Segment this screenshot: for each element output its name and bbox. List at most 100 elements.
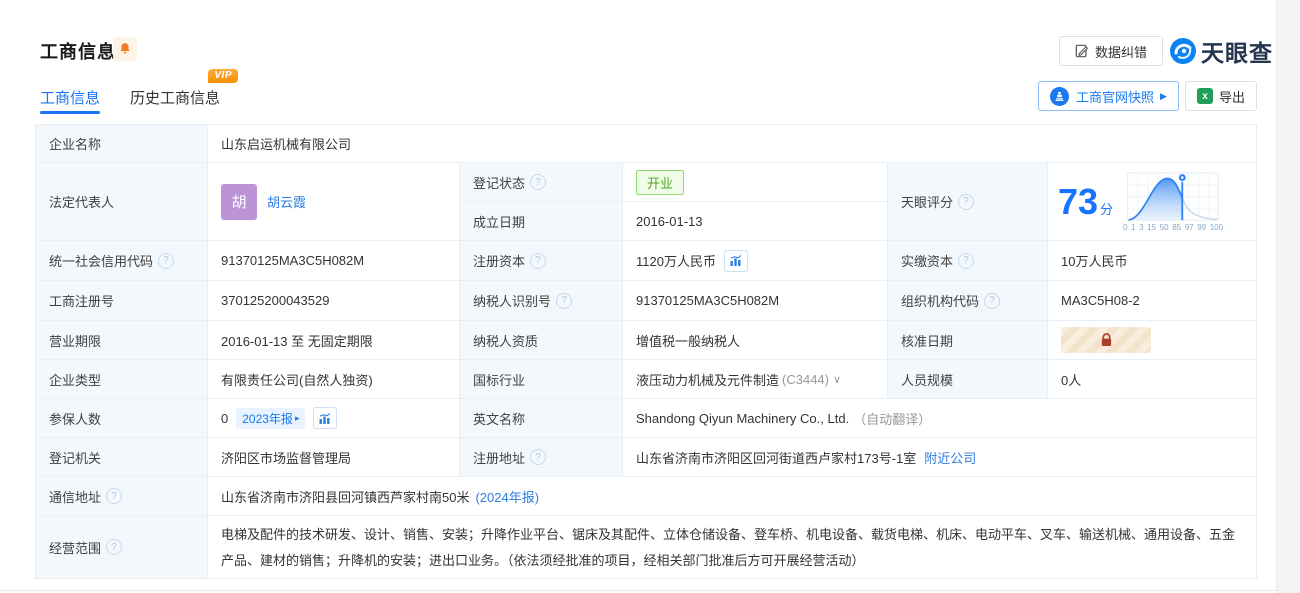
field-label-est-date: 成立日期 [460,202,623,241]
label-text: 经营范围 [49,540,102,556]
tianyancha-logo[interactable]: 天眼查 [1169,35,1273,67]
field-label-credit-code: 统一社会信用代码? [36,241,208,281]
tianyancha-logo-icon [1170,38,1196,64]
field-value-paid-capital: 10万人民币 [1048,241,1256,281]
score-distribution-chart: 0 1 3 15 50 85 97 99 100 [1123,171,1224,232]
correction-label: 数据纠错 [1094,44,1147,60]
subscribe-bell-button[interactable] [113,37,137,61]
label-text: 人员规模 [901,372,954,388]
field-value-reg-status: 开业 [623,163,888,202]
field-label-reg-status: 登记状态? [460,163,623,202]
field-label-taxpayer-quality: 纳税人资质 [460,321,623,360]
play-arrow-icon: ▶ [1160,90,1167,101]
stamp-icon [1050,86,1070,106]
label-text: 成立日期 [473,214,526,230]
label-text: 天眼评分 [901,195,954,210]
field-value-credit-code: 91370125MA3C5H082M [208,241,460,281]
label-text: 通信地址 [49,489,102,505]
legal-rep-link[interactable]: 胡云霞 [267,192,306,211]
label-text: 企业类型 [49,372,102,388]
help-icon[interactable]: ? [556,292,573,309]
field-value-taxpayer-quality: 增值税一般纳税人 [623,321,888,360]
avatar[interactable]: 胡 [221,183,257,220]
score-number: 73 分 [1058,180,1114,222]
field-value-business-term: 2016-01-13 至 无固定期限 [208,321,460,360]
field-value-mail-address: 山东省济南市济阳县回河镇西芦家村南50米 (2024年报) [208,477,1256,516]
help-icon[interactable]: ? [106,539,123,555]
field-value-staff-size: 0人 [1048,360,1256,399]
field-label-reg-capital: 注册资本? [460,241,623,281]
label-text: 登记状态 [473,175,526,191]
scrollbar-track[interactable] [1276,0,1300,593]
field-label-org-code: 组织机构代码? [888,281,1048,321]
insured-trend-icon[interactable] [313,407,338,429]
help-icon[interactable]: ? [530,449,547,465]
data-correction-button[interactable]: 数据纠错 [1059,36,1163,66]
help-icon[interactable]: ? [958,193,975,210]
excel-icon: x [1196,88,1213,104]
field-value-legal-rep: 胡 胡云霞 [208,163,460,241]
official-snapshot-button[interactable]: 工商官网快照 ▶ [1038,81,1179,111]
field-label-legal-rep: 法定代表人 [36,163,208,241]
label-text: 纳税人资质 [473,333,539,349]
label-text: 核准日期 [901,333,954,349]
label-text: 纳税人识别号 [473,294,552,309]
field-value-insured: 0 2023年报 ▸ [208,399,460,438]
lock-icon [1101,333,1111,347]
field-label-reg-address: 注册地址? [460,438,623,477]
field-value-business-scope: 电梯及配件的技术研发、设计、销售、安装；升降作业平台、锯床及其配件、立体仓储设备… [208,516,1256,578]
annual-report-link[interactable]: (2024年报) [475,487,539,506]
score-axis: 0 1 3 15 50 85 97 99 100 [1123,222,1224,232]
field-label-reg-authority: 登记机关 [36,438,208,477]
field-value-company-name: 山东启运机械有限公司 [208,125,1256,163]
tab-label: 历史工商信息 [130,90,221,107]
field-value-score[interactable]: 73 分 0 1 3 15 50 85 97 99 100 [1048,163,1256,241]
label-text: 统一社会信用代码 [49,254,154,269]
help-icon[interactable]: ? [984,292,1001,309]
company-name: 山东启运机械有限公司 [221,137,352,152]
chevron-down-icon[interactable]: ∨ [833,373,841,386]
field-label-taxpayer-id: 纳税人识别号? [460,281,623,321]
bell-curve-icon [1127,171,1219,221]
label-text: 国标行业 [473,372,526,388]
label-text: 组织机构代码 [901,294,980,309]
help-icon[interactable]: ? [158,252,175,269]
locked-value[interactable] [1061,327,1151,353]
field-label-reg-number: 工商注册号 [36,281,208,321]
field-label-company-name: 企业名称 [36,125,208,163]
label-text: 企业名称 [49,137,102,152]
field-label-paid-capital: 实缴资本? [888,241,1048,281]
field-label-company-type: 企业类型 [36,360,208,399]
field-value-english-name: Shandong Qiyun Machinery Co., Ltd. （自动翻译… [623,399,1256,438]
help-icon[interactable]: ? [106,488,123,504]
field-label-approval-date: 核准日期 [888,321,1048,360]
field-label-industry: 国标行业 [460,360,623,399]
business-info-table: 企业名称 山东启运机械有限公司 法定代表人 胡 胡云霞 登记状态? 开业 成立日… [35,124,1257,579]
help-icon[interactable]: ? [530,174,547,190]
export-button[interactable]: x 导出 [1185,81,1257,111]
tab-history-business-info[interactable]: 历史工商信息 VIP [130,69,239,108]
bell-icon [120,43,130,54]
help-icon[interactable]: ? [530,252,547,269]
field-label-business-scope: 经营范围? [36,516,208,578]
help-icon[interactable]: ? [958,252,975,269]
status-badge: 开业 [636,169,685,195]
field-label-score: 天眼评分? [888,163,1048,241]
field-value-company-type: 有限责任公司(自然人独资) [208,360,460,399]
capital-trend-icon[interactable] [723,249,748,272]
label-text: 营业期限 [49,333,102,349]
vip-badge: VIP [208,69,239,83]
nearby-companies-link[interactable]: 附近公司 [924,448,976,467]
field-value-industry: 液压动力机械及元件制造 (C3444) ∨ [623,360,888,399]
field-value-reg-address: 山东省济南市济阳区回河街道西卢家村173号-1室 附近公司 [623,438,1256,477]
snapshot-label: 工商官网快照 [1076,89,1155,105]
label-text: 实缴资本 [901,254,954,269]
label-text: 工商注册号 [49,294,115,309]
small-arrow-icon: ▸ [294,412,300,423]
annual-report-badge[interactable]: 2023年报 ▸ [236,407,306,429]
field-value-reg-capital: 1120万人民币 [623,241,888,281]
est-date: 2016-01-13 [636,213,703,229]
tab-business-info[interactable]: 工商信息 [40,87,101,114]
field-label-mail-address: 通信地址? [36,477,208,516]
page-title: 工商信息 [40,42,116,62]
